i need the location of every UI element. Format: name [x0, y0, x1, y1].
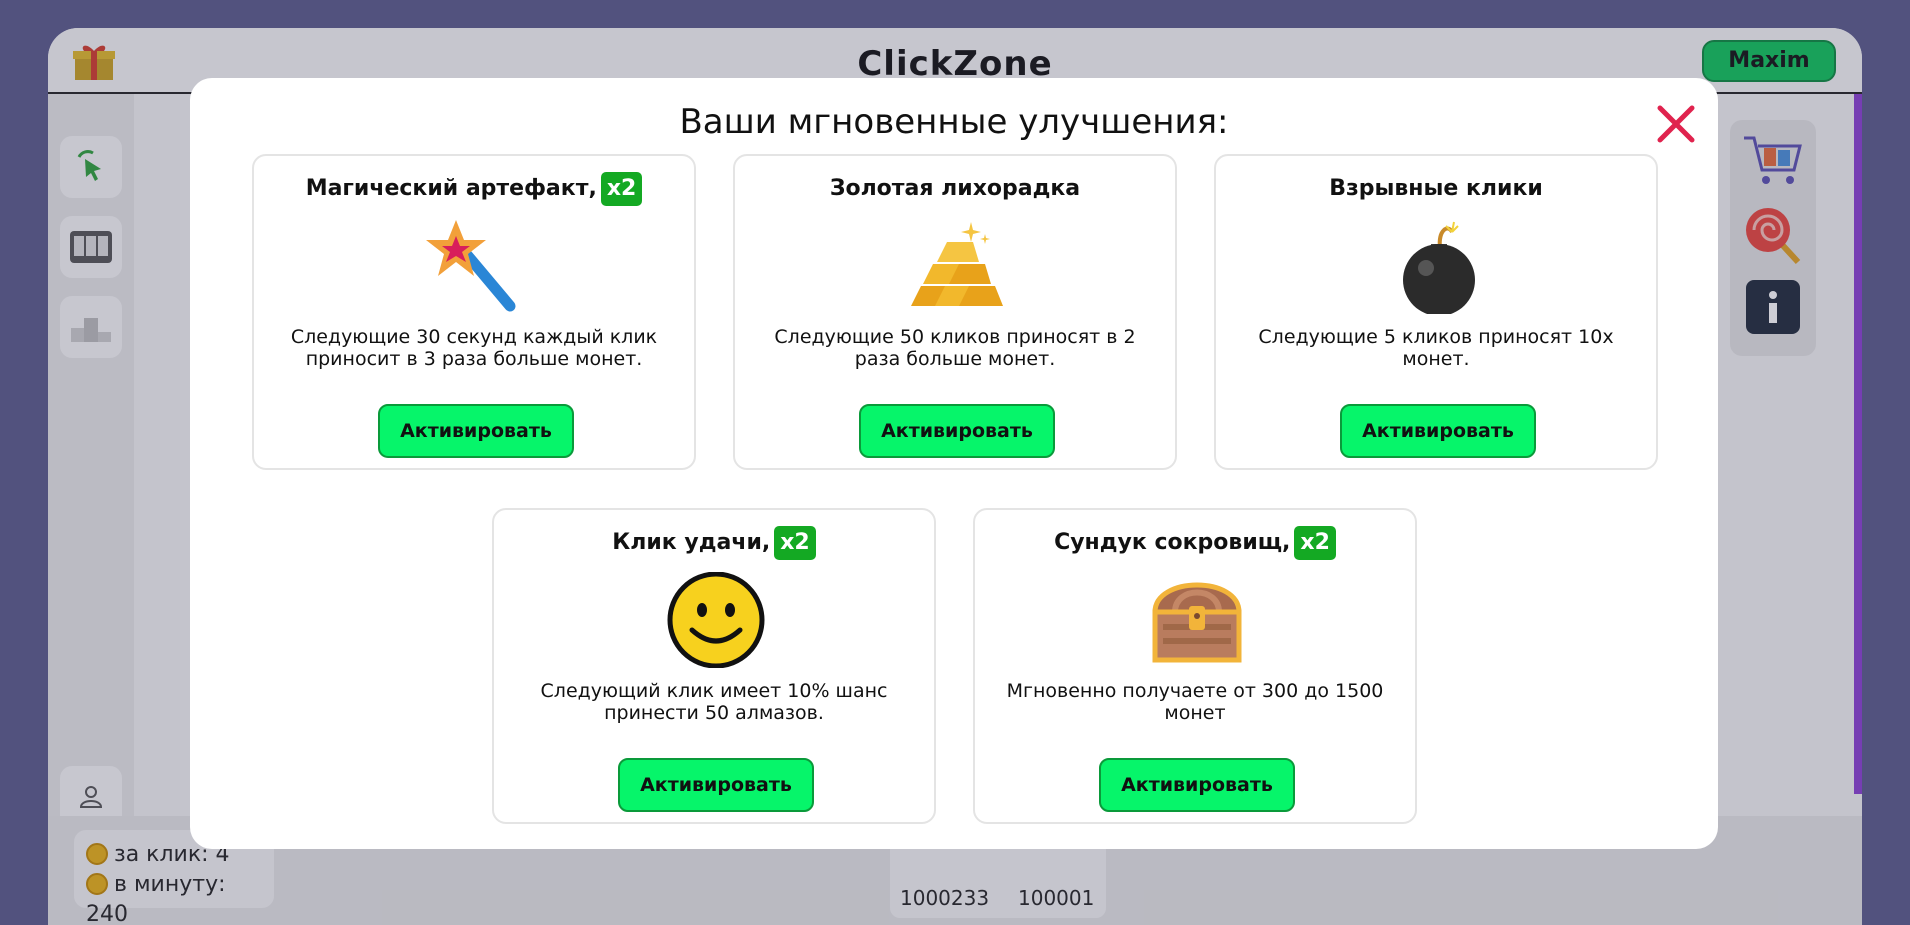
activate-button[interactable]: Активировать [618, 758, 814, 812]
card-title: Клик удачи, x2 [494, 526, 934, 560]
treasure-chest-icon [1152, 582, 1242, 663]
multiplier-badge: x2 [774, 526, 816, 560]
card-description: Мгновенно получаете от 300 до 1500 монет [1006, 680, 1384, 724]
card-title: Золотая лихорадка [829, 176, 1081, 201]
card-title: Магический артефакт, x2 [254, 172, 694, 206]
card-description: Следующие 50 кликов приносят в 2 раза бо… [774, 326, 1136, 370]
close-icon[interactable] [1652, 100, 1700, 148]
upgrade-card-explosive-clicks: Взрывные клики Следующие 5 кликов принос… [1214, 154, 1658, 470]
activate-button[interactable]: Активировать [378, 404, 574, 458]
gold-bars-icon [911, 222, 1003, 306]
activate-button[interactable]: Активировать [859, 404, 1055, 458]
card-title: Сундук сокровищ, x2 [975, 526, 1415, 560]
card-description: Следующий клик имеет 10% шанс принести 5… [540, 680, 888, 724]
activate-button[interactable]: Активировать [1099, 758, 1295, 812]
multiplier-badge: x2 [600, 172, 643, 206]
smiley-icon [667, 572, 765, 668]
instant-upgrades-modal: Ваши мгновенные улучшения: Магический ар… [190, 78, 1718, 849]
upgrade-card-gold-rush: Золотая лихорадка Следующие 50 кликов пр… [733, 154, 1177, 470]
card-description: Следующие 30 секунд каждый клик приносит… [290, 326, 658, 370]
activate-button[interactable]: Активировать [1340, 404, 1536, 458]
card-description: Следующие 5 кликов приносят 10x монет. [1258, 326, 1614, 370]
card-title: Взрывные клики [1329, 176, 1543, 201]
upgrade-card-treasure-chest: Сундук сокровищ, x2 Мгновенно получаете о… [973, 508, 1417, 824]
upgrade-card-lucky-click: Клик удачи, x2 Следующий клик имеет 10% ш… [492, 508, 936, 824]
bomb-icon [1403, 221, 1475, 314]
modal-title: Ваши мгновенные улучшения: [679, 102, 1229, 142]
magic-wand-icon [426, 220, 516, 312]
multiplier-badge: x2 [1294, 526, 1336, 560]
upgrade-card-magic-artifact: Магический артефакт, x2 Следующие 30 секу… [252, 154, 696, 470]
